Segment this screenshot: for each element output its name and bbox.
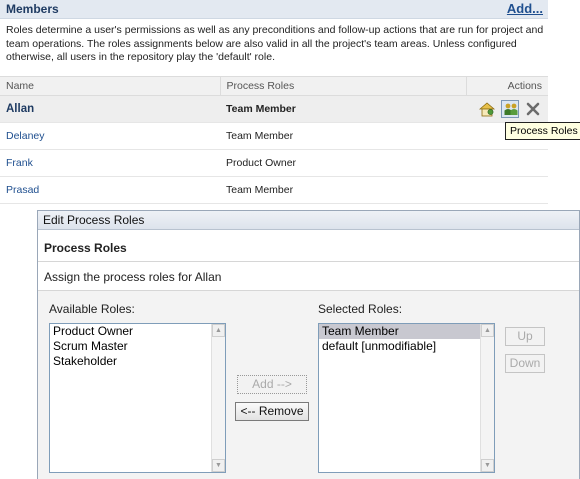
- roles-description: Roles determine a user's permissions as …: [6, 24, 544, 63]
- member-name-link[interactable]: Allan: [6, 103, 34, 115]
- scroll-down-icon[interactable]: ▼: [481, 459, 494, 472]
- members-table: Name Process Roles Actions Allan Team Me…: [0, 76, 548, 204]
- process-roles-tooltip: Process Roles: [505, 122, 580, 140]
- remove-icon[interactable]: [524, 100, 542, 118]
- table-row[interactable]: Prasad Team Member: [0, 176, 548, 204]
- list-item[interactable]: default [unmodifiable]: [319, 339, 494, 354]
- table-row[interactable]: Allan Team Member: [0, 95, 548, 123]
- dialog-title: Edit Process Roles: [43, 213, 145, 227]
- list-item[interactable]: Scrum Master: [50, 339, 225, 354]
- list-item[interactable]: Stakeholder: [50, 354, 225, 369]
- table-row[interactable]: Delaney Team Member: [0, 122, 548, 150]
- member-name-link[interactable]: Delaney: [6, 130, 45, 142]
- edit-process-roles-dialog: Edit Process Roles Process Roles Assign …: [37, 210, 580, 479]
- vertical-scrollbar[interactable]: ▲ ▼: [480, 324, 494, 472]
- available-roles-label: Available Roles:: [49, 302, 135, 316]
- member-name-link[interactable]: Prasad: [6, 184, 39, 196]
- members-section-header: Members Add...: [0, 0, 548, 19]
- dialog-heading: Process Roles: [44, 241, 127, 255]
- table-row[interactable]: Frank Product Owner: [0, 149, 548, 177]
- member-name-link[interactable]: Frank: [6, 157, 33, 169]
- process-hierarchy-icon[interactable]: [478, 100, 496, 118]
- scroll-up-icon[interactable]: ▲: [481, 324, 494, 337]
- move-up-button[interactable]: Up: [505, 327, 545, 346]
- add-role-button[interactable]: Add -->: [237, 375, 307, 394]
- move-down-button[interactable]: Down: [505, 354, 545, 373]
- member-role: Team Member: [220, 95, 466, 123]
- add-member-link[interactable]: Add...: [507, 1, 543, 16]
- column-header-actions: Actions: [465, 76, 548, 96]
- dialog-instruction: Assign the process roles for Allan: [44, 270, 222, 284]
- scroll-up-icon[interactable]: ▲: [212, 324, 225, 337]
- selected-roles-list[interactable]: Team Member default [unmodifiable] ▲ ▼: [318, 323, 495, 473]
- members-title: Members: [6, 2, 59, 16]
- column-header-roles[interactable]: Process Roles: [219, 76, 466, 96]
- process-roles-icon[interactable]: [501, 100, 520, 118]
- row-actions: [466, 95, 548, 123]
- remove-role-button[interactable]: <-- Remove: [235, 402, 309, 421]
- member-role: Product Owner: [220, 149, 466, 177]
- member-role: Team Member: [220, 122, 466, 150]
- member-role: Team Member: [220, 176, 466, 204]
- members-table-header: Name Process Roles Actions: [0, 76, 548, 96]
- dialog-titlebar[interactable]: Edit Process Roles: [38, 211, 579, 230]
- divider: [38, 261, 579, 262]
- list-item[interactable]: Product Owner: [50, 324, 225, 339]
- dialog-body: Available Roles: Product Owner Scrum Mas…: [38, 291, 579, 479]
- vertical-scrollbar[interactable]: ▲ ▼: [211, 324, 225, 472]
- selected-roles-label: Selected Roles:: [318, 302, 403, 316]
- column-header-name[interactable]: Name: [0, 76, 220, 96]
- list-item[interactable]: Team Member: [319, 324, 494, 339]
- scroll-down-icon[interactable]: ▼: [212, 459, 225, 472]
- available-roles-list[interactable]: Product Owner Scrum Master Stakeholder ▲…: [49, 323, 226, 473]
